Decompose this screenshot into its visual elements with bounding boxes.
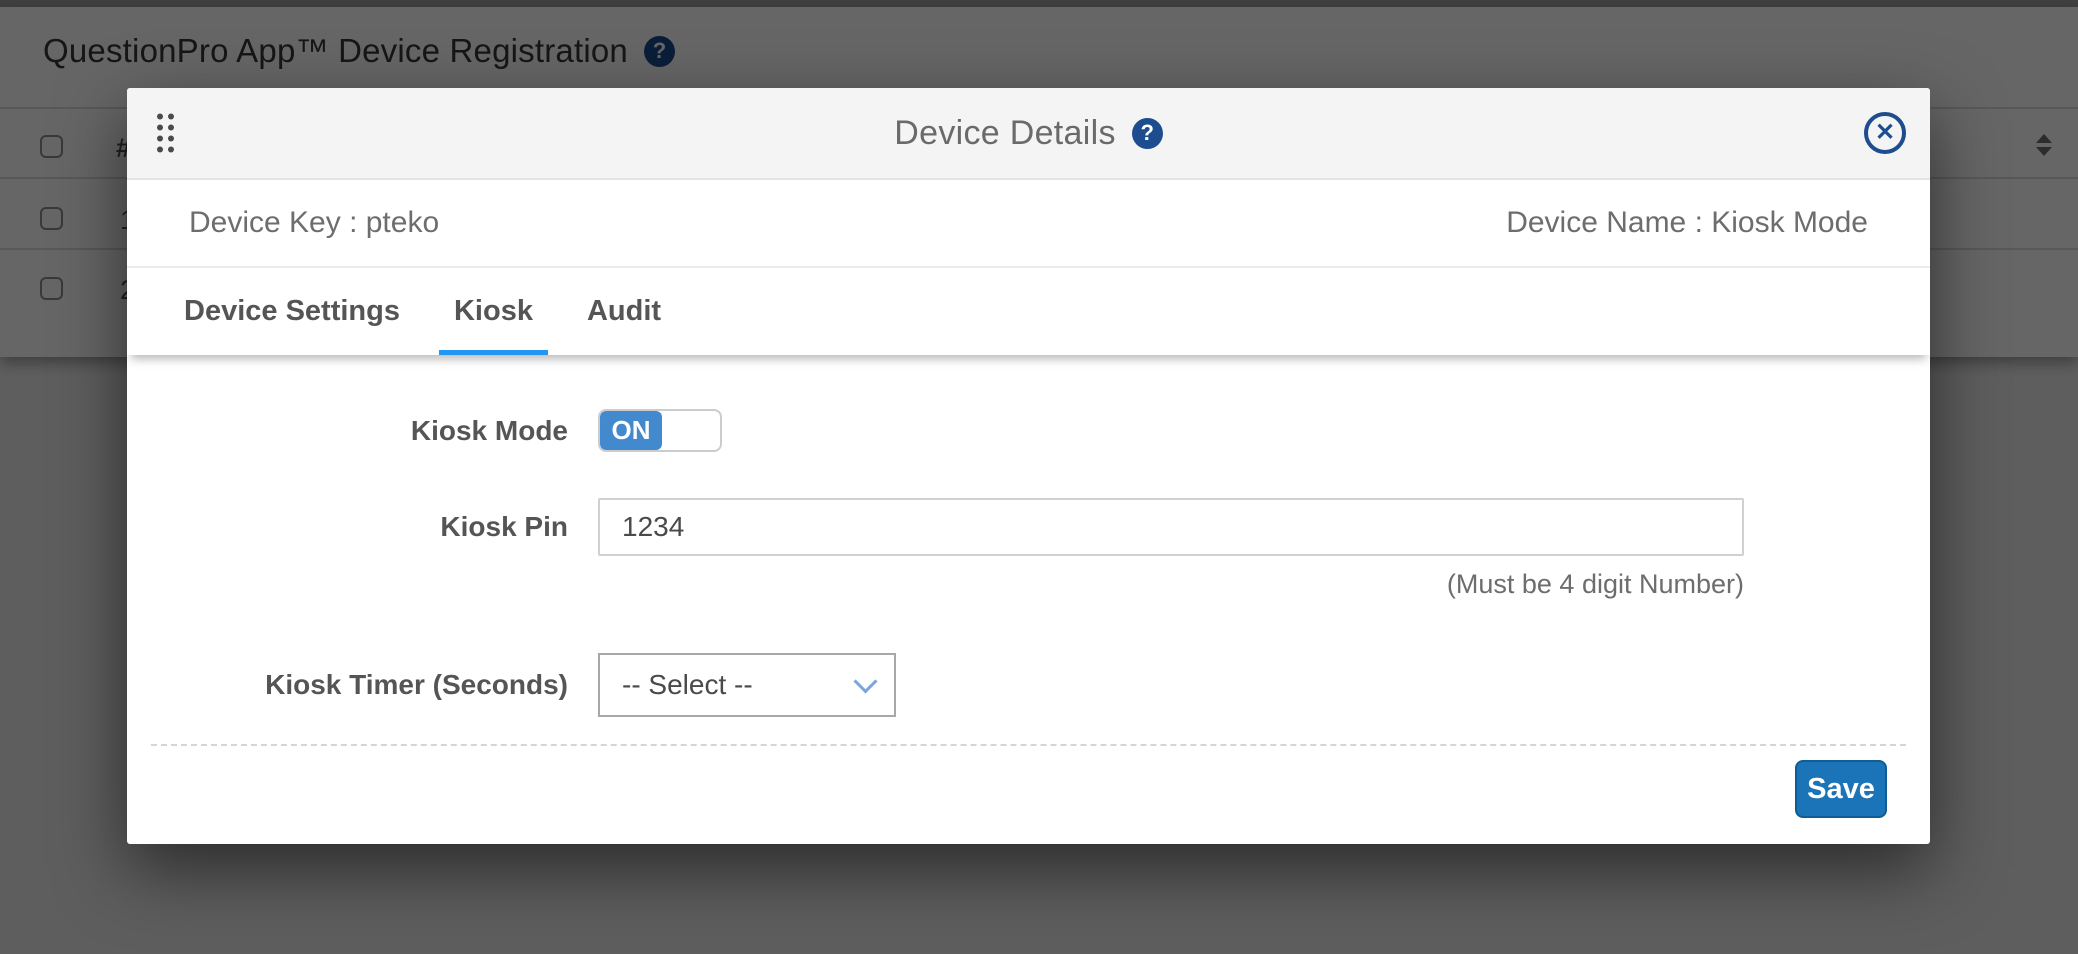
kiosk-pin-row: Kiosk Pin [127, 498, 1930, 556]
modal-title: Device Details [894, 114, 1116, 153]
kiosk-mode-label: Kiosk Mode [127, 415, 568, 447]
kiosk-mode-toggle[interactable]: ON [598, 409, 722, 452]
modal-footer: Save [127, 746, 1930, 818]
device-key-label: Device Key : pteko [189, 206, 439, 240]
tab-bar: Device Settings Kiosk Audit [127, 268, 1930, 355]
device-name-label: Device Name : Kiosk Mode [1506, 206, 1868, 240]
kiosk-timer-label: Kiosk Timer (Seconds) [127, 669, 568, 701]
tab-kiosk[interactable]: Kiosk [439, 268, 548, 355]
kiosk-timer-select[interactable]: -- Select -- [598, 653, 896, 717]
kiosk-pin-input[interactable] [598, 498, 1744, 556]
chevron-down-icon [853, 669, 877, 693]
kiosk-tab-panel: Kiosk Mode ON Kiosk Pin (Must be 4 digit… [127, 355, 1930, 818]
device-identity-row: Device Key : pteko Device Name : Kiosk M… [127, 180, 1930, 268]
device-details-modal: Device Details ? ✕ Device Key : pteko De… [127, 88, 1930, 844]
kiosk-mode-row: Kiosk Mode ON [127, 409, 1930, 452]
modal-help-icon[interactable]: ? [1132, 118, 1163, 149]
kiosk-timer-row: Kiosk Timer (Seconds) -- Select -- [127, 653, 1930, 717]
tab-audit[interactable]: Audit [572, 268, 676, 355]
save-button[interactable]: Save [1795, 760, 1887, 818]
kiosk-timer-selected-value: -- Select -- [622, 669, 753, 701]
modal-header: Device Details ? ✕ [127, 88, 1930, 180]
toggle-on-state: ON [600, 411, 662, 450]
kiosk-pin-helper-row: (Must be 4 digit Number) [127, 568, 1930, 600]
kiosk-pin-helper-text: (Must be 4 digit Number) [598, 568, 1744, 600]
close-icon[interactable]: ✕ [1864, 112, 1906, 154]
kiosk-pin-label: Kiosk Pin [127, 511, 568, 543]
drag-handle-icon[interactable] [157, 114, 174, 153]
tab-device-settings[interactable]: Device Settings [184, 268, 415, 355]
